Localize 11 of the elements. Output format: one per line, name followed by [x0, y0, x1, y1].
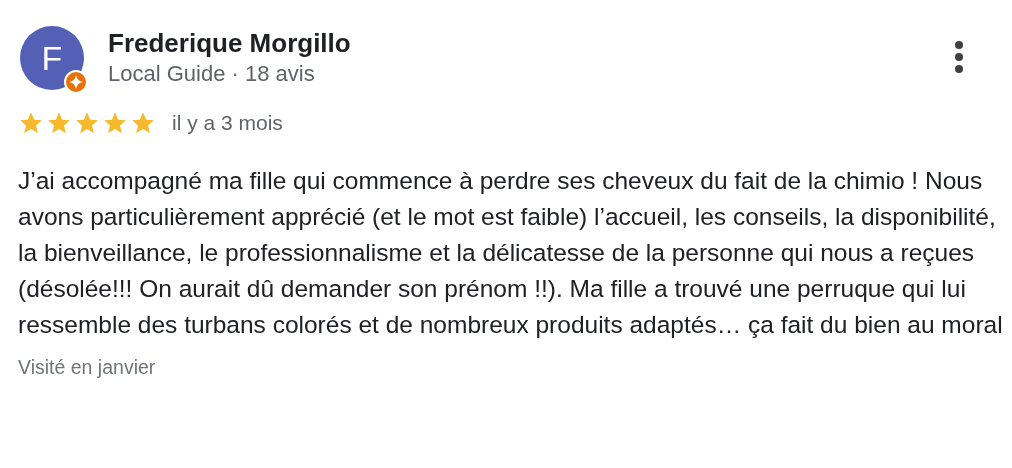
- visit-date: Visité en janvier: [18, 356, 157, 378]
- author-name[interactable]: Frederique Morgillo: [108, 28, 954, 58]
- author-info: Local Guide · 18 avis: [108, 60, 316, 88]
- more-options-icon[interactable]: [954, 40, 964, 74]
- star-icon: [102, 110, 128, 136]
- star-icon: [74, 110, 100, 136]
- star-icon: [18, 110, 44, 136]
- star-icon: [46, 110, 72, 136]
- review-date: il y a 3 mois: [172, 111, 283, 135]
- star-icon: [130, 110, 156, 136]
- review-text: J’ai accompagné ma fille qui commence à perdre ses cheveux du fait de la chimio ! Nous avons particulièrement apprécié (et le mot est faible) l’accueil, les conseils, la disponibilité, la bienveillance, le professionnalisme et la délicatesse de la personne qui nous a reçues (désolée!!! On aurait dû demander son prénom !!). Ma fille a trouvé une perruque qui lui ressemble des turbans colorés et de nombreux produits adaptés… ça fait du bien au moral: [18, 166, 1003, 340]
